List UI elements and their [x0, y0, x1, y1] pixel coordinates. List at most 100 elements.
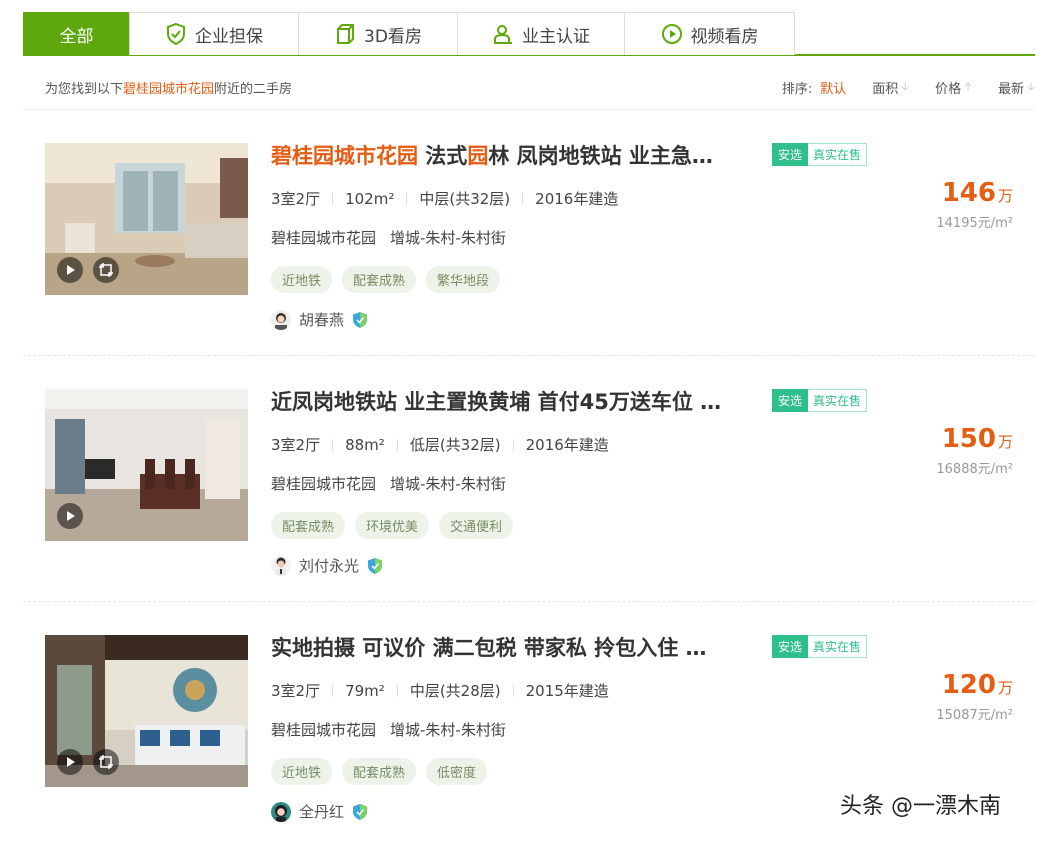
- real-for-sale-badge: 真实在售: [808, 635, 868, 658]
- district-link[interactable]: 增城-朱村-朱村街: [390, 721, 506, 739]
- price-unit: 万: [997, 187, 1013, 205]
- listing-tags: 近地铁 配套成熟 低密度: [271, 758, 497, 785]
- title-text: 法式: [418, 144, 468, 168]
- build-year: 2016年建造: [535, 190, 619, 208]
- play-circle-icon: [661, 23, 683, 45]
- total-price: 146: [941, 178, 996, 208]
- listing-info: 3室2厅 79m² 中层(共28层) 2015年建造: [271, 680, 609, 701]
- sort-price[interactable]: 价格 🡡: [935, 78, 972, 97]
- sort-options: 排序: 默认 面积 🡣 价格 🡡 最新 🡣: [782, 78, 1035, 97]
- floor-area: 102m²: [345, 189, 395, 208]
- floor-level: 中层(共32层): [419, 190, 511, 208]
- real-for-sale-badge: 真实在售: [808, 143, 868, 166]
- arrow-down-icon: 🡣: [901, 80, 910, 93]
- listing-list: 碧桂园城市花园 法式园林 凤岗地铁站 业主急… 安选 真实在售 3室2厅 102m…: [23, 110, 1035, 848]
- sort-area[interactable]: 面积 🡣: [872, 78, 909, 97]
- verified-shield-icon: [352, 803, 368, 821]
- floor-area: 79m²: [345, 681, 385, 700]
- cube-icon: [334, 23, 356, 45]
- listing-price: 120 万 15087元/m²: [936, 670, 1013, 723]
- build-year: 2016年建造: [525, 436, 609, 454]
- listing-info: 3室2厅 102m² 中层(共32层) 2016年建造: [271, 188, 618, 209]
- community-link[interactable]: 碧桂园城市花园: [271, 475, 376, 493]
- sort-newest[interactable]: 最新 🡣: [998, 78, 1035, 97]
- listing-tags: 近地铁 配套成熟 繁华地段: [271, 266, 510, 293]
- title-highlight: 碧桂园城市花园: [271, 144, 418, 168]
- tab-label: 视频看房: [690, 26, 759, 47]
- listing-info: 3室2厅 88m² 低层(共32层) 2016年建造: [271, 434, 609, 455]
- result-summary: 为您找到以下碧桂园城市花园附近的二手房: [45, 78, 292, 97]
- vr-view-icon[interactable]: [93, 257, 119, 283]
- shield-check-icon: [165, 23, 187, 45]
- anxuan-badge: 安选: [772, 635, 809, 658]
- sort-default-label: 默认: [820, 82, 847, 97]
- listing-title[interactable]: 近凤岗地铁站 业主置换黄埔 首付45万送车位 …: [271, 386, 751, 416]
- tab-owner-verified[interactable]: 业主认证: [457, 12, 625, 55]
- listing-tags: 配套成熟 环境优美 交通便利: [271, 512, 523, 539]
- avatar: [271, 555, 291, 576]
- title-text: 近凤岗地铁站 业主置换黄埔 首付45万送车位 …: [271, 390, 722, 414]
- sort-area-label: 面积: [872, 82, 899, 97]
- agent-info[interactable]: 刘付永光: [271, 555, 383, 576]
- tab-enterprise-guarantee[interactable]: 企业担保: [129, 12, 299, 55]
- title-highlight: 园: [467, 144, 489, 168]
- tab-3d-view[interactable]: 3D看房: [298, 12, 458, 55]
- summary-suffix: 附近的二手房: [214, 82, 293, 97]
- video-play-icon[interactable]: [57, 257, 83, 283]
- listing-photo[interactable]: [45, 389, 248, 541]
- room-layout: 3室2厅: [271, 436, 321, 454]
- listing-badges: 安选 真实在售: [772, 143, 868, 166]
- video-play-icon[interactable]: [57, 503, 83, 529]
- feature-tag: 配套成熟: [342, 266, 417, 293]
- anxuan-badge: 安选: [772, 143, 809, 166]
- listing-photo[interactable]: [45, 635, 248, 787]
- district-link[interactable]: 增城-朱村-朱村街: [390, 475, 506, 493]
- sort-bar: 为您找到以下碧桂园城市花园附近的二手房 排序: 默认 面积 🡣 价格 🡡 最新 🡣: [23, 66, 1035, 110]
- tab-label: 全部: [59, 26, 94, 47]
- room-layout: 3室2厅: [271, 682, 321, 700]
- build-year: 2015年建造: [525, 682, 609, 700]
- price-unit: 万: [997, 433, 1013, 451]
- video-play-icon[interactable]: [57, 749, 83, 775]
- unit-price: 14195元/m²: [936, 216, 1013, 231]
- vr-view-icon[interactable]: [93, 749, 119, 775]
- listing-title[interactable]: 碧桂园城市花园 法式园林 凤岗地铁站 业主急…: [271, 140, 751, 170]
- avatar: [271, 309, 291, 330]
- district-link[interactable]: 增城-朱村-朱村街: [390, 229, 506, 247]
- verified-shield-icon: [352, 311, 368, 329]
- filter-tabs: 全部 企业担保 3D看房 业主认证 视频看房: [23, 12, 1035, 56]
- tab-label: 企业担保: [195, 26, 263, 47]
- agent-name: 全丹红: [299, 803, 345, 821]
- listing-photo[interactable]: [45, 143, 248, 295]
- feature-tag: 繁华地段: [426, 266, 501, 293]
- verified-shield-icon: [367, 557, 383, 575]
- agent-name: 胡春燕: [299, 311, 345, 329]
- listing-badges: 安选 真实在售: [772, 389, 868, 412]
- feature-tag: 近地铁: [271, 266, 333, 293]
- total-price: 150: [941, 424, 996, 454]
- tab-video-view[interactable]: 视频看房: [624, 12, 795, 55]
- listing-price: 146 万 14195元/m²: [936, 178, 1013, 231]
- summary-community[interactable]: 碧桂园城市花园: [123, 82, 214, 97]
- community-link[interactable]: 碧桂园城市花园: [271, 229, 376, 247]
- tab-label: 3D看房: [364, 26, 422, 47]
- community-link[interactable]: 碧桂园城市花园: [271, 721, 376, 739]
- unit-price: 16888元/m²: [936, 462, 1013, 477]
- listing-item[interactable]: 近凤岗地铁站 业主置换黄埔 首付45万送车位 … 安选 真实在售 3室2厅 88m…: [23, 356, 1035, 602]
- unit-price: 15087元/m²: [936, 708, 1013, 723]
- anxuan-badge: 安选: [772, 389, 809, 412]
- agent-info[interactable]: 胡春燕: [271, 309, 368, 330]
- sort-default[interactable]: 默认: [820, 78, 846, 97]
- agent-info[interactable]: 全丹红: [271, 801, 368, 822]
- listing-badges: 安选 真实在售: [772, 635, 868, 658]
- sort-label: 排序:: [781, 82, 813, 97]
- summary-prefix: 为您找到以下: [45, 82, 124, 97]
- total-price: 120: [941, 670, 996, 700]
- feature-tag: 配套成熟: [342, 758, 417, 785]
- sort-price-label: 价格: [935, 82, 962, 97]
- listing-item[interactable]: 碧桂园城市花园 法式园林 凤岗地铁站 业主急… 安选 真实在售 3室2厅 102m…: [23, 110, 1035, 356]
- listing-location: 碧桂园城市花园 增城-朱村-朱村街: [271, 227, 506, 248]
- tab-all[interactable]: 全部: [23, 12, 130, 55]
- agent-name: 刘付永光: [299, 557, 360, 575]
- listing-title[interactable]: 实地拍摄 可议价 满二包税 带家私 拎包入住 …: [271, 632, 751, 662]
